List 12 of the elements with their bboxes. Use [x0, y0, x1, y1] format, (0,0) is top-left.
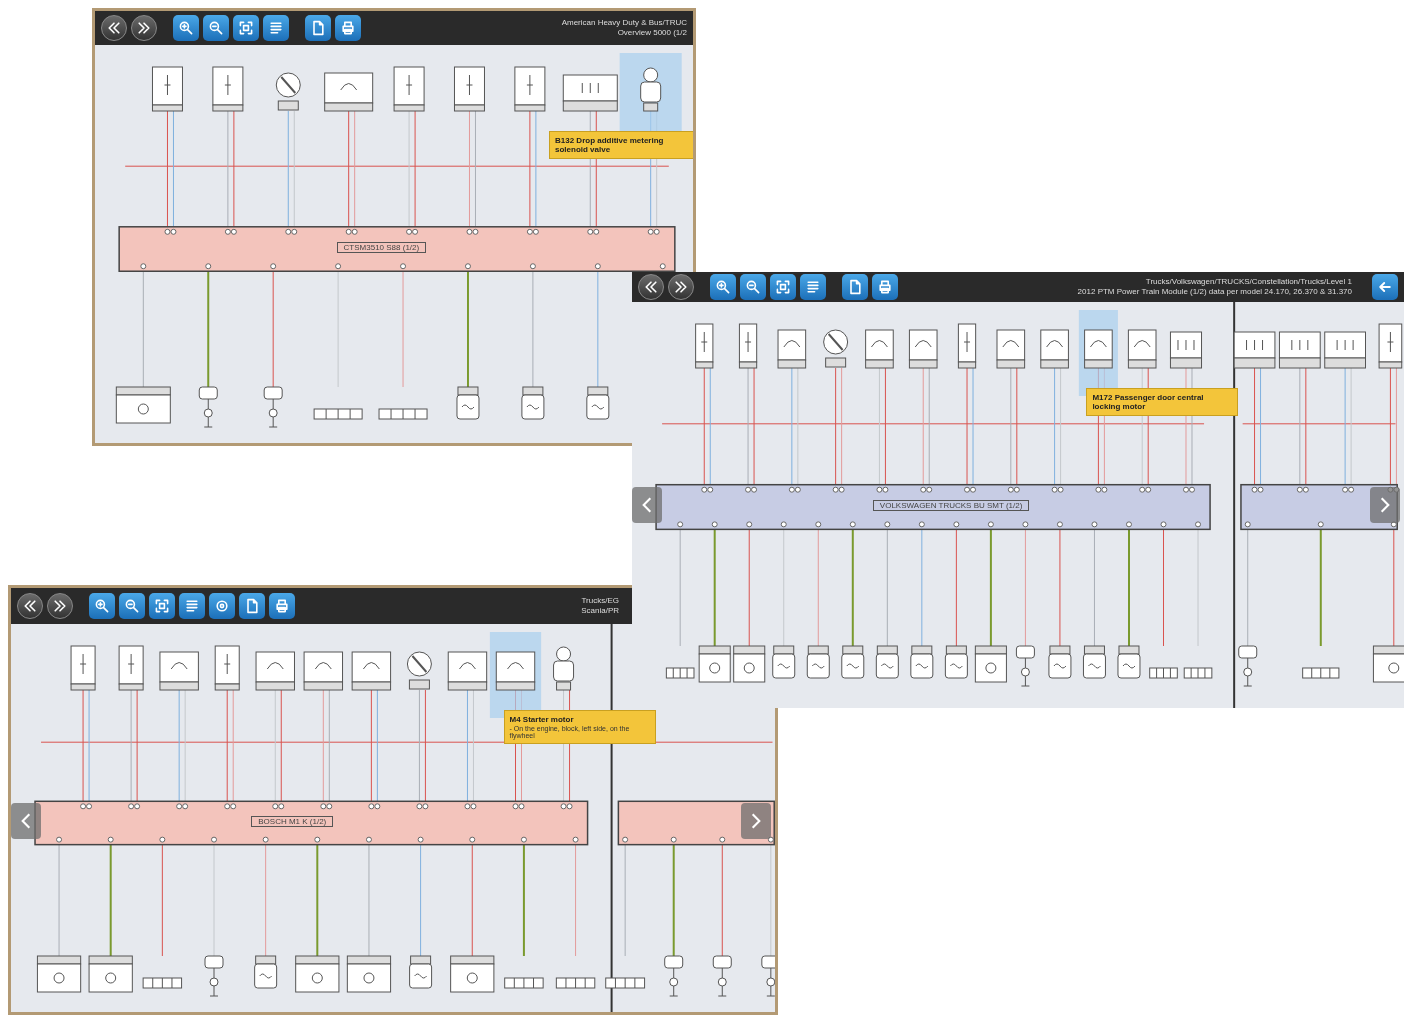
diagram-path-text: Overview 5000 (1/2: [617, 28, 687, 38]
diagram-path-text: Trucks/EG: [581, 596, 619, 606]
diagram-path-text: 2012 PTM Power Train Module (1/2) data per model 24.170, 26.370 & 31.370: [1077, 287, 1352, 297]
diagram-path-text: American Heavy Duty & Bus/TRUC: [561, 18, 687, 28]
module-label: BOSCH M1 K (1/2): [251, 816, 334, 828]
module-label: VOLKSWAGEN TRUCKS BU SMT (1/2): [872, 500, 1030, 512]
diagram-path-text: Scania/PR: [581, 606, 619, 616]
tooltip-title: M172 Passenger door central locking motor: [1092, 393, 1205, 411]
tooltip-title: M4 Starter motor: [509, 715, 575, 724]
tooltip-title: B132 Drop additive metering solenoid valve: [555, 136, 665, 154]
diagram-path-text: Trucks/Volkswagen/TRUCKS/Constellation/Trucks/Level 1: [1145, 277, 1352, 287]
module-label: CTSM3510 S88 (1/2): [336, 242, 427, 254]
